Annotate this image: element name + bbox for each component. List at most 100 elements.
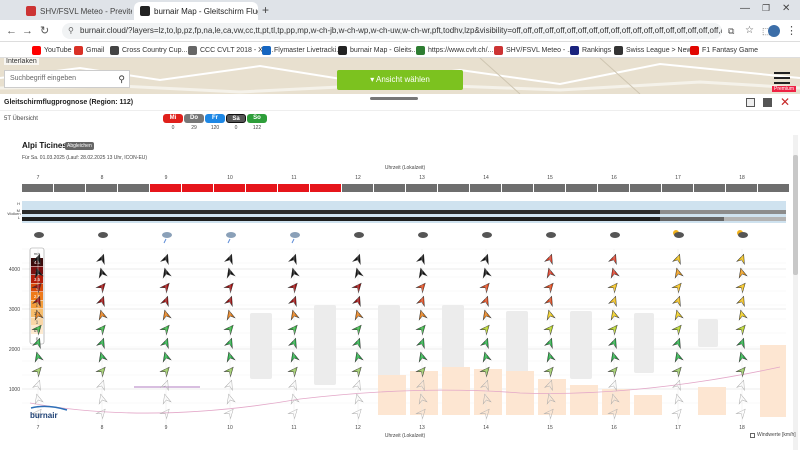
rain-icon: [227, 238, 231, 244]
bookmark-shv-meteo[interactable]: SHV/FSVL Meteo - ...: [494, 44, 573, 56]
bookmark-youtube[interactable]: YouTube: [32, 44, 72, 56]
hour-tick-label-top: 7: [37, 175, 40, 181]
cloud-level-label: M: [17, 208, 20, 213]
bookmark-ccc-cvlt[interactable]: CCC CVLT 2018 - XC...: [188, 44, 274, 56]
cloud-icon: [354, 232, 364, 238]
terrain-warmth-shade: [474, 369, 502, 415]
hour-tick-label-bottom: 15: [547, 425, 553, 431]
thermal-column: [506, 311, 528, 381]
forecast-chart: Alpi Ticinesi Abgleichen Für Sa. 01.03.2…: [0, 135, 800, 450]
flyability-cell: [182, 184, 213, 192]
terrain-warmth-shade: [570, 385, 598, 415]
terrain-warmth-shade: [760, 345, 786, 417]
bookmark-burnair[interactable]: burnair Map - Gleits...: [338, 44, 417, 56]
bookmark-f1-fantasy[interactable]: F1 Fantasy Game: [690, 44, 758, 56]
day-sa[interactable]: Sa 0: [226, 114, 246, 131]
bookmark-flymaster[interactable]: Flymaster Livetracki...: [262, 44, 342, 56]
expand-panel-icon[interactable]: [763, 98, 772, 107]
bookmark-rankings[interactable]: Rankings: [570, 44, 611, 56]
terrain-warmth-shade: [378, 375, 406, 415]
flyability-cell: [502, 184, 533, 192]
tab-shv-meteo[interactable]: SHV/FSVL Meteo - Previtemps s ✕: [20, 2, 132, 20]
five-day-overview: 5T Übersicht Mi 0 Do 29 Fr 120 Sa 0 So 1…: [0, 112, 800, 134]
profile-avatar[interactable]: [768, 25, 780, 37]
flyability-cell: [470, 184, 501, 192]
forward-icon[interactable]: →: [22, 24, 33, 38]
menu-dots-icon[interactable]: ⋮: [786, 24, 797, 38]
hour-tick-label-top: 13: [419, 175, 425, 181]
flyability-cell: [118, 184, 149, 192]
flyability-cell: [726, 184, 757, 192]
minimize-window-icon[interactable]: —: [740, 3, 750, 14]
day-fr[interactable]: Fr 120: [205, 114, 225, 131]
f1-icon: [690, 45, 699, 55]
youtube-icon: [32, 45, 41, 55]
speed-legend-value: 3.5: [34, 277, 41, 282]
hour-tick-label-top: 16: [611, 175, 617, 181]
gmail-icon: [74, 45, 83, 55]
cloud-icon: [546, 232, 556, 238]
hour-tick-label-top: 17: [675, 175, 681, 181]
panel-scrollbar[interactable]: [793, 135, 798, 450]
bookmark-star-icon[interactable]: ☆: [745, 24, 754, 38]
thermal-column: [570, 311, 592, 379]
reload-icon[interactable]: ↻: [40, 24, 49, 38]
time-axis-label-bottom: Uhrzeit (Lokalzeit): [385, 433, 426, 439]
flyability-cell: [438, 184, 469, 192]
terrain-warmth-shade: [410, 371, 438, 415]
thermal-column: [634, 313, 654, 373]
altitude-tick-label: 3000: [9, 307, 20, 313]
tab-title: burnair Map - Gleitschirm Flug: [154, 6, 258, 16]
flyability-cell: [22, 184, 53, 192]
globe-icon: [110, 45, 119, 55]
altitude-tick-label: 4000: [9, 267, 20, 273]
hour-tick-label-bottom: 9: [165, 425, 168, 431]
cloud-icon: [738, 232, 748, 238]
hamburger-menu-icon[interactable]: [774, 72, 790, 84]
close-panel-icon[interactable]: ✕: [780, 96, 790, 108]
day-mi[interactable]: Mi 0: [163, 114, 183, 131]
tab-burnair-map[interactable]: burnair Map - Gleitschirm Flug ✕: [134, 2, 258, 20]
wind-values-toggle[interactable]: Windwerte [km/h]: [750, 432, 796, 438]
hour-tick-label-bottom: 12: [355, 425, 361, 431]
bookmark-swiss-league[interactable]: Swiss League > News: [614, 44, 695, 56]
tab-bar: SHV/FSVL Meteo - Previtemps s ✕ burnair …: [0, 0, 800, 20]
map-area[interactable]: Interlaken Suchbegriff eingeben ⚲ ▾ Ansi…: [0, 58, 800, 94]
address-bar[interactable]: ⚲ burnair.cloud/?layers=lz,to,lp,pz,fp,n…: [62, 23, 722, 39]
wind-arrow: [351, 408, 362, 420]
day-do[interactable]: Do 29: [184, 114, 204, 131]
bookmark-cvlt[interactable]: https://www.cvlt.ch/...: [416, 44, 493, 56]
flyability-cell: [54, 184, 85, 192]
new-tab-button[interactable]: +: [262, 3, 269, 17]
hour-tick-label-bottom: 11: [291, 425, 296, 431]
site-info-icon[interactable]: ⚲: [68, 23, 74, 39]
hour-tick-label-top: 8: [101, 175, 104, 181]
hour-tick-label-top: 11: [291, 175, 296, 181]
day-so[interactable]: So 122: [247, 114, 267, 131]
wind-values-checkbox[interactable]: [750, 432, 755, 438]
close-window-icon[interactable]: ✕: [782, 3, 790, 14]
browser-window: SHV/FSVL Meteo - Previtemps s ✕ burnair …: [0, 0, 800, 450]
cloud-icon: [674, 232, 684, 238]
flyability-cell: [150, 184, 181, 192]
search-input[interactable]: Suchbegriff eingeben ⚲: [4, 70, 130, 88]
terrain-warmth-shade: [698, 387, 726, 415]
hour-tick-label-top: 18: [739, 175, 745, 181]
bookmark-cross-country-cup[interactable]: Cross Country Cup...: [110, 44, 187, 56]
bookmark-gmail[interactable]: Gmail: [74, 44, 104, 56]
install-app-icon[interactable]: ⧉: [728, 24, 734, 38]
maximize-window-icon[interactable]: ❐: [762, 3, 770, 14]
flyability-cell: [278, 184, 309, 192]
back-icon[interactable]: ←: [6, 24, 17, 38]
thermal-column: [378, 305, 400, 387]
view-select-button[interactable]: ▾ Ansicht wählen: [337, 70, 463, 90]
search-icon[interactable]: ⚲: [118, 71, 125, 87]
panel-drag-handle[interactable]: [370, 97, 418, 100]
globe-icon: [188, 45, 197, 55]
forecast-graphic: Uhrzeit (Lokalzeit) 7 8 9 10 11 12 13 14 15 16 17 18…: [7, 165, 789, 439]
scrollbar-thumb[interactable]: [793, 155, 798, 275]
flyability-cell: [246, 184, 277, 192]
cloud-level-label: H: [17, 201, 20, 206]
hour-tick-label-top: 14: [483, 175, 489, 181]
minimize-panel-icon[interactable]: [746, 98, 755, 107]
